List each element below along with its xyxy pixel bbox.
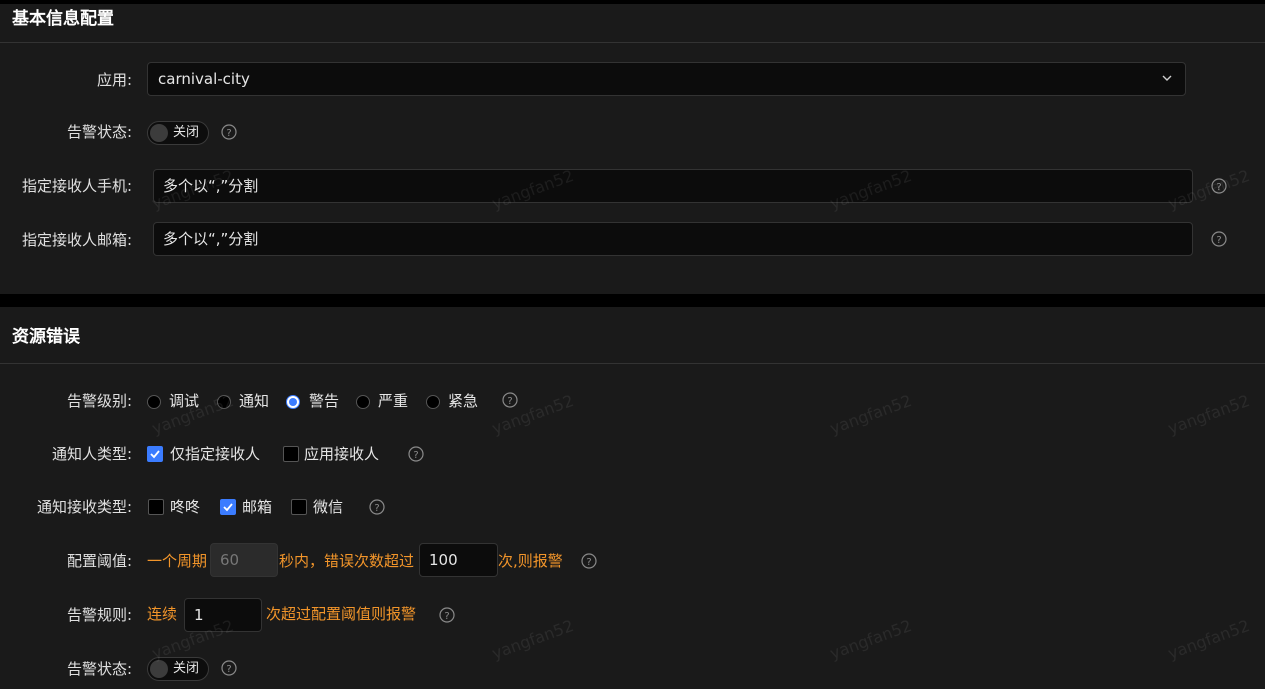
alert-status-toggle[interactable]: 关闭 <box>147 121 209 145</box>
toggle-text: 关闭 <box>173 125 200 140</box>
checkbox-label: 应用接收人 <box>304 445 380 463</box>
chevron-down-icon <box>1162 75 1172 81</box>
divider <box>0 42 1265 43</box>
checkbox-designated-receiver[interactable] <box>147 446 163 462</box>
checkbox-email[interactable] <box>220 499 236 515</box>
status-label: 告警状态: <box>66 123 132 141</box>
check-icon <box>150 450 160 459</box>
app-select[interactable]: carnival-city <box>147 62 1186 96</box>
svg-text:?: ? <box>226 128 231 139</box>
app-label: 应用: <box>96 71 132 89</box>
checkbox-wechat[interactable] <box>291 499 307 515</box>
threshold-middle: 秒内，错误次数超过 <box>279 552 415 570</box>
checkbox-label: 仅指定接收人 <box>170 445 261 463</box>
check-icon <box>223 503 233 512</box>
period-input: 60 <box>210 543 278 577</box>
checkbox-dongdong[interactable] <box>148 499 164 515</box>
help-icon[interactable]: ? <box>1211 178 1227 194</box>
rule-prefix: 连续 <box>147 605 178 623</box>
level-label: 告警级别: <box>66 392 132 410</box>
section-title-basic: 基本信息配置 <box>12 9 114 29</box>
rule-suffix: 次超过配置阈值则报警 <box>266 605 417 623</box>
svg-text:?: ? <box>586 557 591 568</box>
threshold-suffix: 次,则报警 <box>498 552 563 570</box>
help-icon[interactable]: ? <box>439 607 455 623</box>
svg-text:?: ? <box>226 664 231 675</box>
email-input[interactable]: 多个以“,”分割 <box>153 222 1193 256</box>
radio-level-warning[interactable] <box>286 395 300 409</box>
resource-alert-status-toggle[interactable]: 关闭 <box>147 657 209 681</box>
svg-text:?: ? <box>413 450 418 461</box>
channel-label: 通知接收类型: <box>36 498 132 516</box>
radio-label: 紧急 <box>448 392 479 410</box>
help-icon[interactable]: ? <box>369 499 385 515</box>
radio-label: 通知 <box>239 392 270 410</box>
checkbox-label: 微信 <box>313 498 344 516</box>
consecutive-input[interactable]: 1 <box>184 598 262 632</box>
threshold-prefix: 一个周期 <box>147 552 208 570</box>
help-icon[interactable]: ? <box>581 553 597 569</box>
radio-label: 警告 <box>309 392 340 410</box>
radio-level-notice[interactable] <box>217 395 231 409</box>
radio-label: 严重 <box>378 392 409 410</box>
help-icon[interactable]: ? <box>221 124 237 140</box>
resource-error-card: 资源错误 告警级别: 调试 通知 警告 严重 紧急 ? 通知人类型: 仅指定接收… <box>0 307 1265 689</box>
checkbox-label: 咚咚 <box>170 498 201 516</box>
phone-label: 指定接收人手机: <box>21 177 132 195</box>
help-icon[interactable]: ? <box>221 660 237 676</box>
toggle-knob <box>150 660 168 678</box>
divider <box>0 363 1265 364</box>
svg-text:?: ? <box>374 503 379 514</box>
basic-info-card: 基本信息配置 应用: carnival-city 告警状态: 关闭 ? 指定接收… <box>0 4 1265 294</box>
help-icon[interactable]: ? <box>408 446 424 462</box>
toggle-text: 关闭 <box>173 661 200 676</box>
svg-text:?: ? <box>444 611 449 622</box>
resource-status-label: 告警状态: <box>66 660 132 678</box>
radio-level-debug[interactable] <box>147 395 161 409</box>
checkbox-app-receiver[interactable] <box>283 446 299 462</box>
help-icon[interactable]: ? <box>1211 231 1227 247</box>
checkbox-label: 邮箱 <box>242 498 273 516</box>
toggle-knob <box>150 124 168 142</box>
radio-level-urgent[interactable] <box>426 395 440 409</box>
app-select-value: carnival-city <box>158 70 250 88</box>
radio-label: 调试 <box>169 392 200 410</box>
svg-text:?: ? <box>1216 235 1221 246</box>
notify-type-label: 通知人类型: <box>51 445 132 463</box>
email-label: 指定接收人邮箱: <box>21 231 132 249</box>
radio-level-severe[interactable] <box>356 395 370 409</box>
svg-text:?: ? <box>1216 182 1221 193</box>
section-title-resource: 资源错误 <box>12 327 80 347</box>
phone-input[interactable]: 多个以“,”分割 <box>153 169 1193 203</box>
rule-label: 告警规则: <box>66 606 132 624</box>
svg-text:?: ? <box>507 396 512 407</box>
threshold-label: 配置阈值: <box>66 552 132 570</box>
error-count-input[interactable]: 100 <box>419 543 498 577</box>
help-icon[interactable]: ? <box>502 392 518 408</box>
